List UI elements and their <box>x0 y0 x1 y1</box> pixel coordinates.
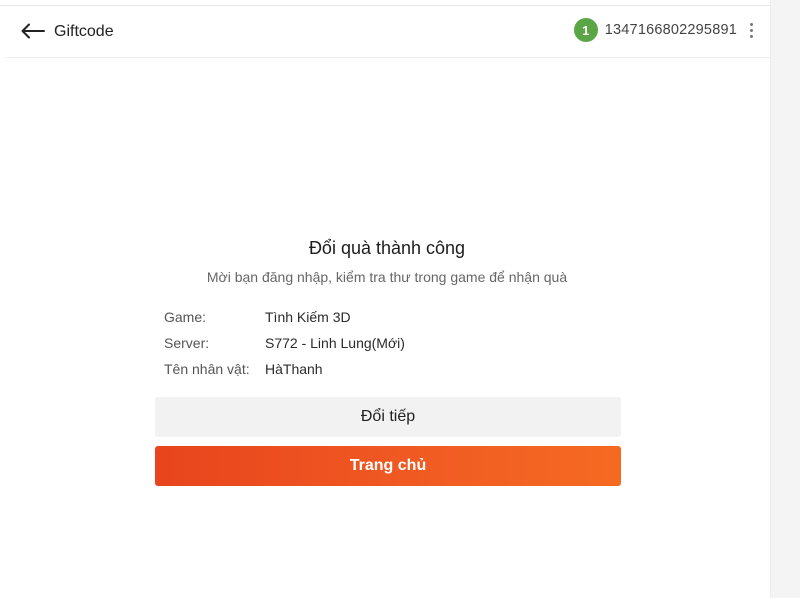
app-window: Giftcode 1 1347166802295891 Đổi quà thàn… <box>0 0 800 598</box>
info-row-character: Tên nhân vật: HàThanh <box>164 356 624 382</box>
more-dot-icon <box>749 34 753 38</box>
info-value: HàThanh <box>265 361 323 377</box>
success-title: Đổi quà thành công <box>308 238 466 258</box>
info-row-server: Server: S772 - Linh Lung(Mới) <box>164 330 624 356</box>
giftcode-panel: Giftcode 1 1347166802295891 Đổi quà thàn… <box>4 6 770 598</box>
info-label: Tên nhân vật: <box>164 361 250 377</box>
user-id: 1347166802295891 <box>604 22 737 38</box>
more-dot-icon <box>749 22 753 26</box>
redeem-info: Game: Tình Kiếm 3D Server: S772 - Linh L… <box>164 304 624 382</box>
info-label: Server: <box>164 335 210 351</box>
notification-badge[interactable]: 1 <box>573 18 598 42</box>
right-scroll-area <box>770 0 800 598</box>
home-button[interactable]: Trang chủ <box>155 446 621 486</box>
success-subtitle: Mời bạn đăng nhập, kiểm tra thư trong ga… <box>206 269 568 285</box>
info-value: Tình Kiếm 3D <box>265 309 351 325</box>
continue-redeem-button[interactable]: Đổi tiếp <box>155 397 621 437</box>
user-info: 1 1347166802295891 <box>573 18 756 42</box>
arrow-left-icon <box>21 23 45 39</box>
back-button[interactable] <box>20 20 46 42</box>
more-dot-icon <box>749 28 753 32</box>
info-row-game: Game: Tình Kiếm 3D <box>164 304 624 330</box>
header-bar: Giftcode 1 1347166802295891 <box>4 6 770 58</box>
more-options-button[interactable] <box>746 20 756 40</box>
page-title: Giftcode <box>54 23 114 40</box>
info-value: S772 - Linh Lung(Mới) <box>265 335 405 351</box>
info-label: Game: <box>164 309 207 325</box>
